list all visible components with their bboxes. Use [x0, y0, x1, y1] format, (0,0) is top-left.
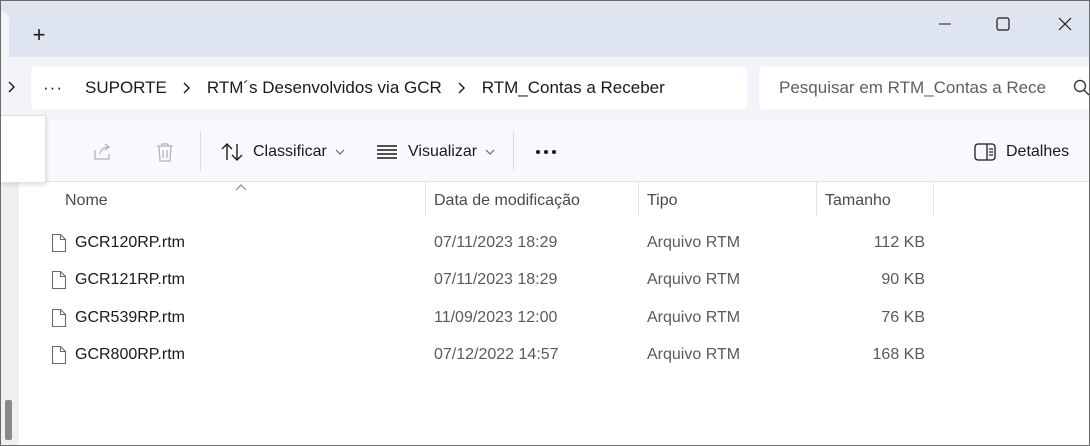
file-name: GCR539RP.rtm	[75, 309, 185, 326]
chevron-down-icon	[485, 149, 495, 155]
chevron-right-icon[interactable]	[458, 82, 466, 94]
file-icon	[51, 345, 67, 365]
file-size: 112 KB	[873, 234, 925, 251]
column-header-name[interactable]: Nome	[65, 182, 108, 220]
breadcrumb-item-rtms[interactable]: RTM´s Desenvolvidos via GCR	[207, 78, 442, 98]
file-type: Arquivo RTM	[647, 346, 741, 363]
file-icon	[51, 308, 67, 328]
column-divider[interactable]	[638, 182, 639, 216]
file-row[interactable]: GCR120RP.rtm 07/11/2023 18:29 Arquivo RT…	[45, 225, 945, 261]
sort-button[interactable]: Classificar	[221, 137, 345, 167]
file-size: 76 KB	[881, 309, 925, 326]
column-divider[interactable]	[816, 182, 817, 216]
sort-icon	[221, 143, 243, 161]
details-pane-icon	[974, 143, 996, 161]
breadcrumb-item-suporte[interactable]: SUPORTE	[85, 78, 167, 98]
maximize-button[interactable]	[979, 9, 1027, 39]
address-row: ··· SUPORTE RTM´s Desenvolvidos via GCR …	[1, 57, 1089, 119]
file-type: Arquivo RTM	[647, 234, 741, 251]
column-divider[interactable]	[933, 182, 934, 216]
column-header-row: Nome Data de modificação Tipo Tamanho	[19, 182, 1089, 220]
breadcrumb: ··· SUPORTE RTM´s Desenvolvidos via GCR …	[43, 67, 665, 109]
file-name-cell: GCR539RP.rtm	[51, 300, 185, 336]
chevron-right-icon[interactable]	[183, 82, 191, 94]
search-input[interactable]	[779, 67, 1059, 109]
view-icon	[377, 145, 397, 159]
file-date: 07/11/2023 18:29	[434, 271, 558, 288]
file-name: GCR800RP.rtm	[75, 346, 185, 363]
minimize-icon	[939, 23, 951, 25]
file-row[interactable]: GCR539RP.rtm 11/09/2023 12:00 Arquivo RT…	[45, 300, 945, 336]
file-date: 11/09/2023 12:00	[434, 309, 558, 326]
new-menu-fragment[interactable]	[1, 115, 46, 183]
details-button[interactable]: Detalhes	[974, 137, 1069, 167]
file-name: GCR120RP.rtm	[75, 234, 185, 251]
search-box	[759, 67, 1090, 109]
file-type: Arquivo RTM	[647, 309, 741, 326]
column-header-date[interactable]: Data de modificação	[434, 182, 580, 220]
file-icon	[51, 270, 67, 290]
file-row[interactable]: GCR800RP.rtm 07/12/2022 14:57 Arquivo RT…	[45, 337, 945, 373]
toolbar-divider	[513, 131, 514, 171]
view-label: Visualizar	[408, 143, 478, 160]
sort-label: Classificar	[253, 143, 327, 160]
file-explorer-window: + ··· SUPORTE RTM´s Desenvolvidos via GC…	[0, 0, 1090, 446]
file-size: 168 KB	[872, 346, 925, 363]
file-name-cell: GCR800RP.rtm	[51, 337, 185, 373]
file-icon	[51, 233, 67, 253]
view-button[interactable]: Visualizar	[376, 137, 495, 167]
file-name-cell: GCR121RP.rtm	[51, 262, 185, 298]
title-bar: +	[1, 1, 1089, 57]
chevron-right-icon[interactable]	[5, 79, 19, 95]
breadcrumb-overflow-button[interactable]: ···	[43, 78, 63, 98]
close-button[interactable]	[1041, 9, 1089, 39]
trash-icon[interactable]	[154, 141, 176, 163]
toolbar-divider	[200, 131, 201, 171]
more-options-button[interactable]	[531, 139, 561, 165]
minimize-button[interactable]	[921, 9, 969, 39]
file-date: 07/12/2022 14:57	[434, 346, 559, 363]
maximize-icon	[996, 17, 1010, 31]
scrollbar-thumb[interactable]	[5, 400, 12, 440]
file-size: 90 KB	[881, 271, 925, 288]
file-type: Arquivo RTM	[647, 271, 741, 288]
close-icon	[1058, 17, 1072, 31]
chevron-down-icon	[335, 149, 345, 155]
column-header-size[interactable]: Tamanho	[825, 182, 891, 220]
search-icon[interactable]	[1073, 79, 1090, 97]
file-date: 07/11/2023 18:29	[434, 234, 558, 251]
file-name: GCR121RP.rtm	[75, 271, 185, 288]
file-row[interactable]: GCR121RP.rtm 07/11/2023 18:29 Arquivo RT…	[45, 262, 945, 298]
tab-edge[interactable]	[1, 11, 9, 57]
details-label: Detalhes	[1006, 143, 1070, 160]
breadcrumb-item-current[interactable]: RTM_Contas a Receber	[482, 78, 665, 98]
new-tab-button[interactable]: +	[25, 21, 53, 49]
column-header-type[interactable]: Tipo	[647, 182, 678, 220]
share-icon[interactable]	[91, 141, 113, 163]
more-icon	[536, 150, 556, 154]
file-name-cell: GCR120RP.rtm	[51, 225, 185, 261]
column-divider[interactable]	[425, 182, 426, 216]
